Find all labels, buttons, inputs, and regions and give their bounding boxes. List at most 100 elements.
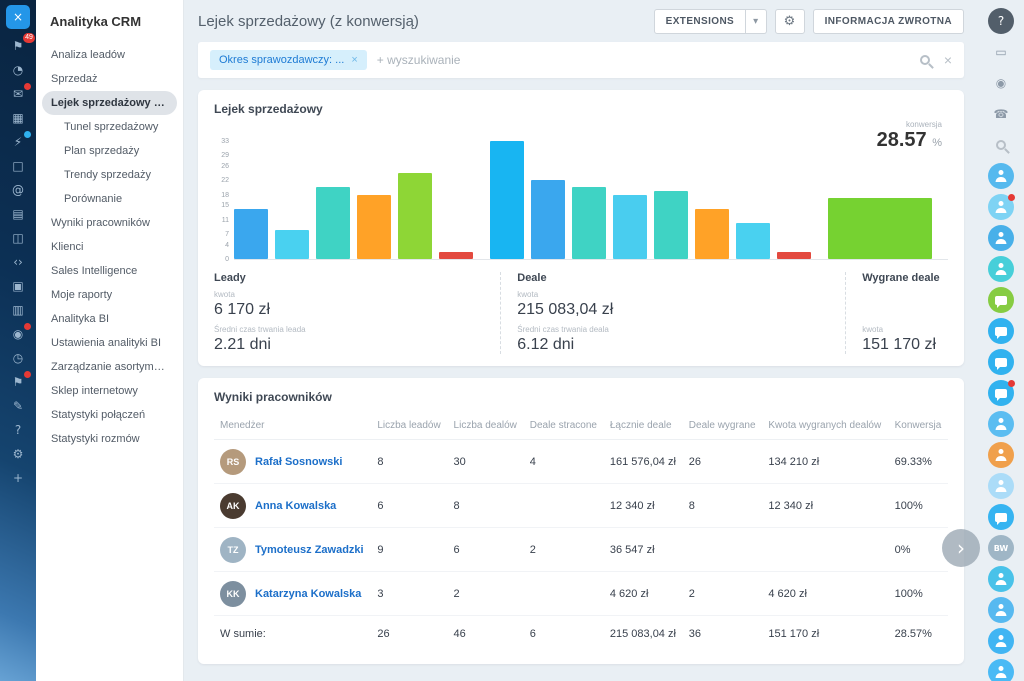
- calendar-icon[interactable]: ◫: [6, 227, 30, 249]
- user-icon[interactable]: [988, 163, 1014, 189]
- funnel-bar[interactable]: [398, 173, 432, 259]
- chat-icon[interactable]: [988, 380, 1014, 406]
- user-icon[interactable]: [988, 566, 1014, 592]
- sites-icon[interactable]: □: [6, 155, 30, 177]
- sidebar-item[interactable]: Analiza leadów: [42, 43, 177, 67]
- user-icon[interactable]: [988, 659, 1014, 681]
- funnel-stats: Leady kwota 6 170 zł Średni czas trwania…: [214, 272, 948, 354]
- funnel-bar[interactable]: [736, 223, 770, 259]
- funnel-bar[interactable]: [234, 209, 268, 259]
- user-icon[interactable]: [988, 256, 1014, 282]
- table-row: TZTymoteusz Zawadzki96236 547 zł0%: [214, 528, 948, 572]
- notification-badge: [24, 371, 31, 378]
- manager-link[interactable]: Rafał Sosnowski: [255, 456, 342, 468]
- sidebar-item[interactable]: Statystyki połączeń: [42, 403, 177, 427]
- funnel-bar[interactable]: [654, 191, 688, 259]
- sidebar-item[interactable]: Statystyki rozmów: [42, 427, 177, 451]
- sidebar-item[interactable]: Porównanie: [42, 187, 177, 211]
- user-icon[interactable]: [988, 194, 1014, 220]
- sidebar-item[interactable]: Analityka BI: [42, 307, 177, 331]
- sidebar-item[interactable]: Zarządzanie asortymentem: [42, 355, 177, 379]
- clear-search-icon[interactable]: ×: [944, 53, 952, 67]
- conversion-label: konwersja: [877, 120, 942, 129]
- chat-icon[interactable]: [988, 287, 1014, 313]
- feedback-button[interactable]: INFORMACJA ZWROTNA: [813, 9, 964, 34]
- marketplace-icon[interactable]: ▦: [6, 107, 30, 129]
- scroll-next-button[interactable]: ›: [942, 529, 980, 567]
- user-icon[interactable]: [988, 473, 1014, 499]
- add-icon[interactable]: +: [6, 467, 30, 489]
- user-initials-icon[interactable]: BW: [988, 535, 1014, 561]
- user-icon[interactable]: [988, 442, 1014, 468]
- funnel-bar[interactable]: [695, 209, 729, 259]
- settings-icon[interactable]: ⚙: [6, 443, 30, 465]
- stat-label: kwota: [862, 325, 948, 334]
- sidebar-item[interactable]: Klienci: [42, 235, 177, 259]
- sidebar-item[interactable]: Wyniki pracowników: [42, 211, 177, 235]
- funnel-bar[interactable]: [439, 252, 473, 259]
- extensions-caret-button[interactable]: ▾: [746, 9, 766, 34]
- sidebar-item[interactable]: Sprzedaż: [42, 67, 177, 91]
- user-icon[interactable]: [988, 597, 1014, 623]
- funnel-bar[interactable]: [777, 252, 811, 259]
- messenger-icon[interactable]: ✉: [6, 83, 30, 105]
- filter-chip[interactable]: Okres sprawozdawczy: ... ×: [210, 50, 367, 70]
- funnel-bar[interactable]: [572, 187, 606, 259]
- sidebar-item[interactable]: Moje raporty: [42, 283, 177, 307]
- funnel-bar[interactable]: [490, 141, 524, 259]
- funnel-bar[interactable]: [613, 195, 647, 259]
- stat-title: Wygrane deale: [862, 272, 948, 284]
- sidebar-item[interactable]: Sklep internetowy: [42, 379, 177, 403]
- time-management-icon[interactable]: ◔: [6, 59, 30, 81]
- chat-icon[interactable]: [988, 349, 1014, 375]
- notifications-icon[interactable]: ◉: [6, 323, 30, 345]
- sidebar-item[interactable]: Lejek sprzedażowy (z ...: [42, 91, 177, 115]
- history-icon[interactable]: ◷: [6, 347, 30, 369]
- sidebar-item[interactable]: Trendy sprzedaży: [42, 163, 177, 187]
- search-input[interactable]: [377, 53, 910, 67]
- total-cell: 151 170 zł: [762, 616, 888, 652]
- settings-gear-button[interactable]: ⚙: [775, 9, 805, 34]
- topbar-actions: EXTENSIONS ▾ ⚙ INFORMACJA ZWROTNA: [654, 9, 964, 34]
- extensions-button[interactable]: EXTENSIONS: [654, 9, 746, 34]
- developer-icon[interactable]: ‹›: [6, 251, 30, 273]
- manager-avatar: KK: [220, 581, 246, 607]
- help-icon[interactable]: ?: [988, 8, 1014, 34]
- edit-icon[interactable]: ✎: [6, 395, 30, 417]
- funnel-bar[interactable]: [531, 180, 565, 259]
- automation-icon[interactable]: ⚡: [6, 131, 30, 153]
- funnel-bar[interactable]: [275, 230, 309, 259]
- table-cell: 134 210 zł: [762, 440, 888, 484]
- search-icon[interactable]: [920, 55, 930, 65]
- notifications-icon[interactable]: ◉: [988, 70, 1014, 96]
- telephony-icon[interactable]: ☎: [988, 101, 1014, 127]
- sidebar-item[interactable]: Tunel sprzedażowy: [42, 115, 177, 139]
- manager-link[interactable]: Tymoteusz Zawadzki: [255, 544, 364, 556]
- user-icon[interactable]: [988, 411, 1014, 437]
- live-feed-icon[interactable]: ⚑49: [6, 35, 30, 57]
- sidebar-item[interactable]: Ustawienia analityki BI: [42, 331, 177, 355]
- close-menu-icon[interactable]: ×: [6, 5, 30, 29]
- sidebar-item[interactable]: Plan sprzedaży: [42, 139, 177, 163]
- manager-link[interactable]: Katarzyna Kowalska: [255, 588, 361, 600]
- app: ×⚑49◔✉▦⚡□@▤◫‹›▣▥◉◷⚑✎?⚙+ Analityka CRM An…: [0, 0, 1024, 681]
- analytics-icon[interactable]: ▥: [6, 299, 30, 321]
- funnel-bar[interactable]: [357, 195, 391, 259]
- funnel-bar[interactable]: [828, 198, 932, 259]
- funnel-bar[interactable]: [316, 187, 350, 259]
- chip-close-icon[interactable]: ×: [351, 54, 357, 66]
- manager-avatar: RS: [220, 449, 246, 475]
- mail-icon[interactable]: @: [6, 179, 30, 201]
- manager-link[interactable]: Anna Kowalska: [255, 500, 336, 512]
- chat-icon[interactable]: [988, 504, 1014, 530]
- desktop-app-icon[interactable]: ▭: [988, 39, 1014, 65]
- sidebar-item[interactable]: Sales Intelligence: [42, 259, 177, 283]
- user-icon[interactable]: [988, 628, 1014, 654]
- user-icon[interactable]: [988, 225, 1014, 251]
- chat-icon[interactable]: [988, 318, 1014, 344]
- search-icon[interactable]: [988, 132, 1014, 158]
- company-icon[interactable]: ▣: [6, 275, 30, 297]
- help-icon[interactable]: ?: [6, 419, 30, 441]
- tasks-icon[interactable]: ⚑: [6, 371, 30, 393]
- documents-icon[interactable]: ▤: [6, 203, 30, 225]
